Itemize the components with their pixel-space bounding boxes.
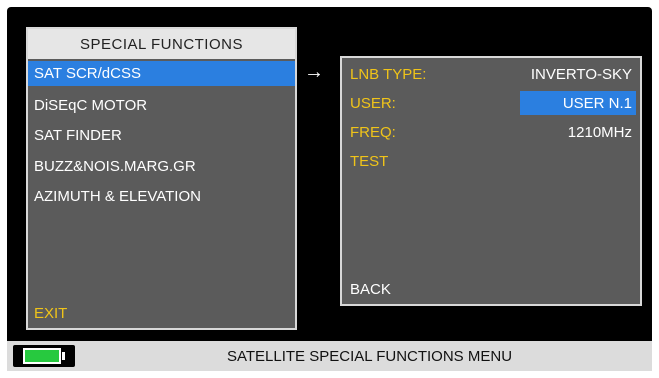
battery-icon [13,345,75,367]
lnb-type-row[interactable]: LNB TYPE: INVERTO-SKY [342,62,640,86]
lnb-type-label: LNB TYPE: [350,65,427,83]
menu-item-buzz-noise-margin[interactable]: BUZZ&NOIS.MARG.GR [28,154,295,179]
menu-item-sat-scr[interactable]: SAT SCR/dCSS [28,61,295,86]
status-bar: SATELLITE SPECIAL FUNCTIONS MENU [7,341,652,371]
back-button[interactable]: BACK [350,281,391,298]
freq-value[interactable]: 1210MHz [564,120,636,144]
menu-item-sat-finder[interactable]: SAT FINDER [28,123,295,148]
sat-scr-settings-panel: LNB TYPE: INVERTO-SKY USER: USER N.1 FRE… [340,56,642,306]
user-value[interactable]: USER N.1 [520,91,636,115]
test-label[interactable]: TEST [350,149,388,173]
menu-item-diseqc-motor[interactable]: DiSEqC MOTOR [28,93,295,118]
freq-label: FREQ: [350,123,396,141]
freq-row[interactable]: FREQ: 1210MHz [342,120,640,144]
test-row[interactable]: TEST [342,149,640,173]
user-row[interactable]: USER: USER N.1 [342,91,640,115]
menu-item-azimuth-elevation[interactable]: AZIMUTH & ELEVATION [28,184,295,209]
status-text: SATELLITE SPECIAL FUNCTIONS MENU [226,347,513,365]
special-functions-panel: SPECIAL FUNCTIONS SAT SCR/dCSS DiSEqC MO… [26,27,297,330]
lnb-type-value[interactable]: INVERTO-SKY [527,62,636,86]
user-label: USER: [350,94,396,112]
exit-button[interactable]: EXIT [34,305,67,322]
right-arrow-icon: → [304,61,324,83]
panel-title: SPECIAL FUNCTIONS [28,29,295,59]
